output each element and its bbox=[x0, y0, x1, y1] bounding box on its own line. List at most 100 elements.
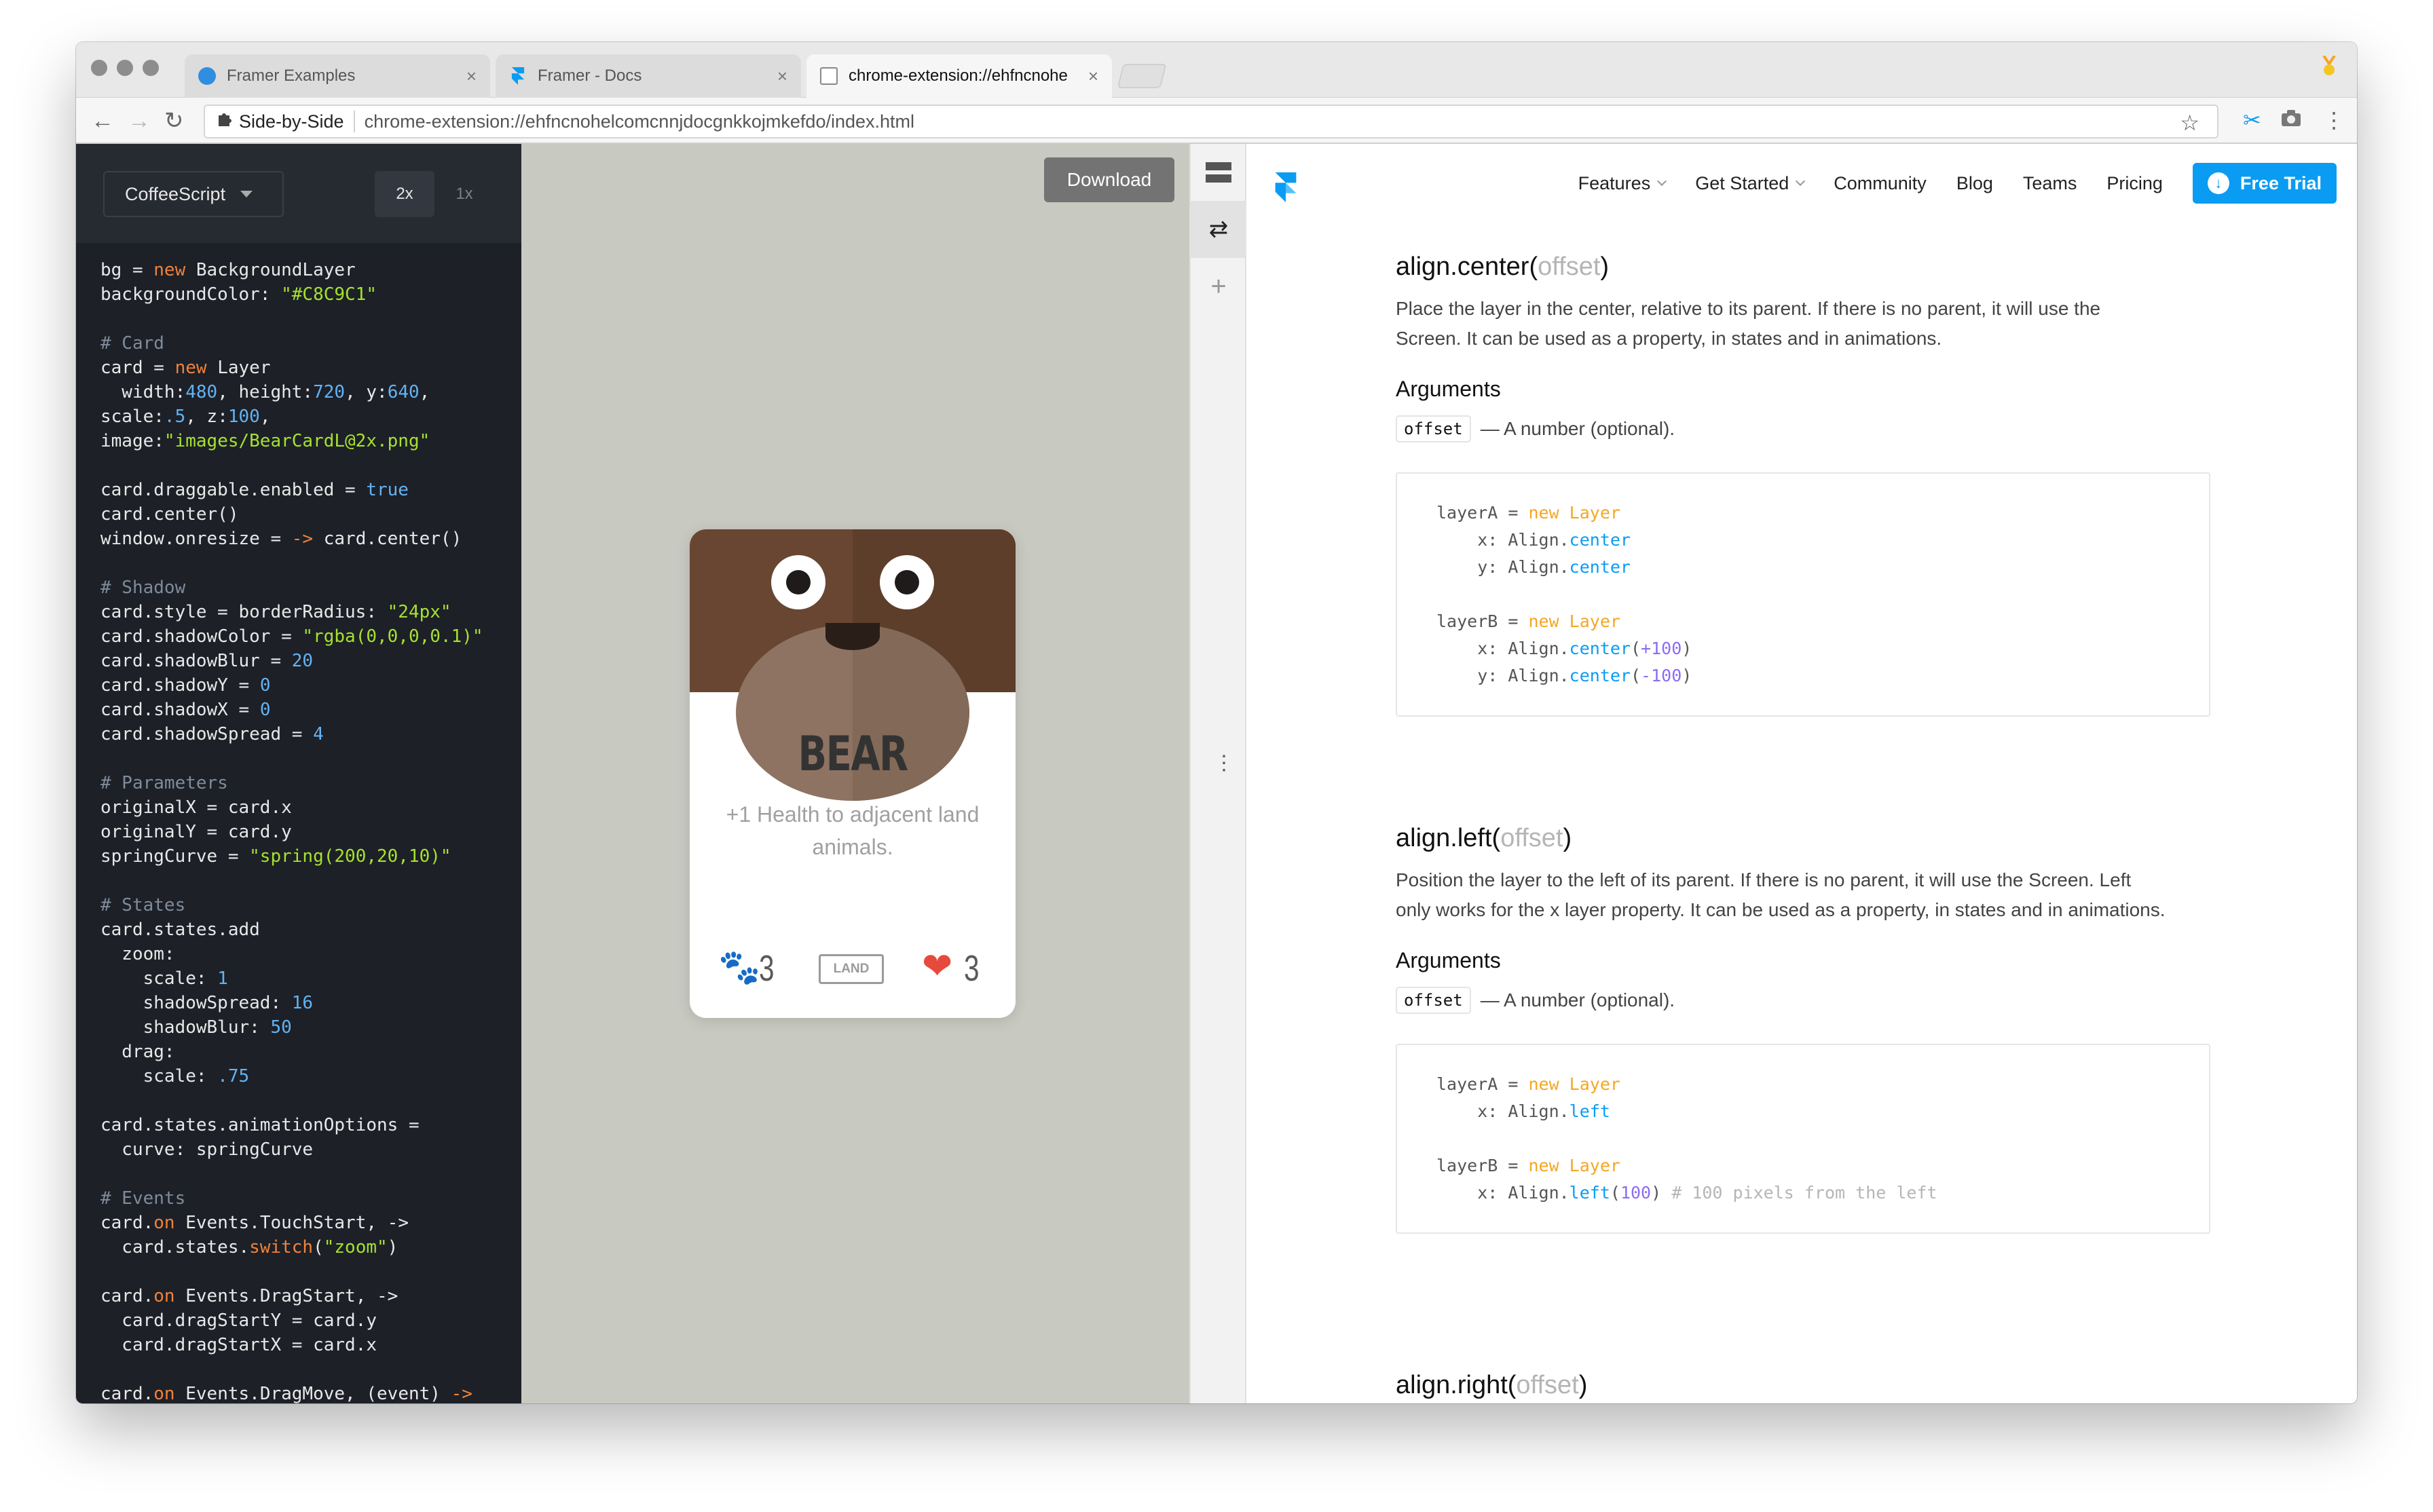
tab-framer-docs[interactable]: Framer - Docs × bbox=[496, 54, 801, 98]
code-token: on bbox=[153, 1213, 175, 1233]
zoom-window-button[interactable] bbox=[143, 60, 159, 76]
code-line: shadowSpread: 16 bbox=[100, 991, 483, 1015]
code-line: backgroundColor: "#C8C9C1" bbox=[100, 282, 483, 307]
code-token: on bbox=[153, 1384, 175, 1403]
preview-panel: Download BEAR +1 Health to adjacent land… bbox=[521, 144, 1189, 1403]
code-token: card = bbox=[100, 358, 175, 378]
code-token: springCurve = bbox=[100, 846, 250, 867]
function-name: align.center bbox=[1396, 252, 1529, 281]
code-token: card.draggable.enabled = bbox=[100, 480, 367, 500]
nav-item-blog[interactable]: Blog bbox=[1956, 173, 1993, 194]
code-token: card.states.animationOptions = bbox=[100, 1115, 420, 1135]
tab-framer-examples[interactable]: Framer Examples × bbox=[185, 54, 490, 98]
code-area[interactable]: bg = new BackgroundLayer backgroundColor:… bbox=[100, 258, 483, 1403]
code-token: # Shadow bbox=[100, 578, 186, 598]
scissors-extension-icon[interactable]: ✂ bbox=[2243, 107, 2261, 133]
code-token: card.states.add bbox=[100, 920, 260, 940]
code-token: 0 bbox=[259, 675, 271, 696]
code-token: card.style = borderRadius: bbox=[100, 602, 388, 622]
code-token: scale: bbox=[100, 968, 218, 989]
argument-description: — A number (optional). bbox=[1480, 418, 1675, 439]
nav-item-teams[interactable]: Teams bbox=[2023, 173, 2077, 194]
function-arg: offset bbox=[1516, 1371, 1579, 1399]
code-token: # Card bbox=[100, 333, 164, 354]
code-token: scale: bbox=[100, 407, 164, 427]
swap-panels-button[interactable]: ⇄ bbox=[1191, 201, 1246, 258]
new-tab-button[interactable] bbox=[1117, 64, 1167, 88]
tab-close-icon[interactable]: × bbox=[777, 66, 787, 87]
nav-item-get-started[interactable]: Get Started bbox=[1695, 173, 1806, 194]
doc-section-align-right: align.right(offset) bbox=[1396, 1371, 2210, 1400]
chevron-down-icon bbox=[1657, 176, 1667, 187]
code-token: center bbox=[1569, 530, 1631, 550]
scale-2x-button[interactable]: 2x bbox=[375, 171, 434, 217]
code-token: new bbox=[153, 260, 186, 280]
code-line: card.shadowColor = "rgba(0,0,0,0.1)" bbox=[100, 624, 483, 649]
code-token: .5 bbox=[164, 407, 186, 427]
code-token: ( bbox=[1630, 666, 1641, 685]
language-select[interactable]: CoffeeScript bbox=[103, 171, 284, 217]
stack-layout-button[interactable] bbox=[1191, 144, 1246, 201]
back-button[interactable]: ← bbox=[91, 107, 114, 134]
code-token: layerA = bbox=[1436, 1074, 1529, 1094]
code-token: card.shadowY = bbox=[100, 675, 260, 696]
code-token: 4 bbox=[313, 724, 324, 744]
code-token: center bbox=[1569, 639, 1631, 658]
code-line: card.dragStartY = card.y bbox=[100, 1308, 483, 1333]
bookmark-star-icon[interactable]: ☆ bbox=[2180, 110, 2199, 136]
code-token: x: Align. bbox=[1436, 1183, 1570, 1203]
bear-card[interactable]: BEAR +1 Health to adjacent land animals.… bbox=[690, 529, 1016, 1018]
argument-description: — A number (optional). bbox=[1480, 989, 1675, 1010]
forward-button[interactable]: → bbox=[128, 107, 151, 134]
download-button[interactable]: Download bbox=[1044, 157, 1174, 202]
code-line: scale:.5, z:100, bbox=[100, 404, 483, 429]
puzzle-icon bbox=[216, 111, 232, 132]
section-heading: align.center(offset) bbox=[1396, 252, 2210, 282]
code-token: , bbox=[419, 382, 430, 402]
framer-logo-icon[interactable] bbox=[1274, 172, 1298, 202]
scale-1x-button[interactable]: 1x bbox=[434, 171, 494, 217]
code-token: new bbox=[174, 358, 207, 378]
code-token: .75 bbox=[217, 1066, 250, 1086]
tab-close-icon[interactable]: × bbox=[1088, 66, 1098, 87]
code-line: card.draggable.enabled = true bbox=[100, 478, 483, 502]
code-line: card.on Events.TouchStart, -> bbox=[100, 1211, 483, 1235]
argument-code: offset bbox=[1396, 415, 1471, 442]
code-line: layerB = new Layer bbox=[1436, 1152, 2170, 1179]
code-token: -100 bbox=[1641, 666, 1682, 685]
code-token: card.dragStartY = card.y bbox=[100, 1310, 377, 1331]
argument-row: offset — A number (optional). bbox=[1396, 987, 2210, 1014]
nav-item-features[interactable]: Features bbox=[1578, 173, 1667, 194]
code-token: ) bbox=[387, 1237, 398, 1258]
code-token: # 100 pixels from the left bbox=[1671, 1183, 1937, 1203]
minimize-window-button[interactable] bbox=[117, 60, 133, 76]
reload-button[interactable]: ↻ bbox=[164, 107, 184, 134]
chrome-menu-icon[interactable]: ⋮ bbox=[2323, 107, 2345, 133]
profile-icon[interactable] bbox=[2322, 54, 2337, 77]
attack-value: 3 bbox=[759, 948, 775, 989]
code-token: 100 bbox=[1620, 1183, 1652, 1203]
bear-illustration bbox=[690, 529, 1016, 801]
nav-item-pricing[interactable]: Pricing bbox=[2106, 173, 2163, 194]
code-token: "images/BearCardL@2x.png" bbox=[164, 431, 430, 451]
nav-item-community[interactable]: Community bbox=[1834, 173, 1927, 194]
doc-section-align-left: align.left(offset) Position the layer to… bbox=[1396, 824, 2210, 1234]
code-token: Layer bbox=[206, 358, 271, 378]
argument-row: offset — A number (optional). bbox=[1396, 415, 2210, 442]
paren-close: ) bbox=[1578, 1371, 1588, 1399]
free-trial-button[interactable]: ↓ Free Trial bbox=[2192, 163, 2337, 204]
code-token: layerB = bbox=[1436, 1156, 1529, 1175]
add-panel-button[interactable]: + bbox=[1191, 258, 1246, 315]
close-window-button[interactable] bbox=[91, 60, 107, 76]
code-token: card.center() bbox=[100, 504, 239, 525]
camera-extension-icon[interactable] bbox=[2281, 107, 2301, 132]
tab-close-icon[interactable]: × bbox=[466, 66, 477, 87]
tab-side-by-side[interactable]: chrome-extension://ehfncnohe × bbox=[806, 54, 1112, 98]
address-bar[interactable]: Side-by-Side chrome-extension://ehfncnoh… bbox=[204, 105, 2218, 138]
code-token: switch bbox=[249, 1237, 314, 1258]
code-token: Events.DragStart, -> bbox=[174, 1286, 398, 1306]
code-line: originalY = card.y bbox=[100, 820, 483, 844]
resize-handle-icon[interactable]: ⋮ bbox=[1214, 753, 1234, 774]
